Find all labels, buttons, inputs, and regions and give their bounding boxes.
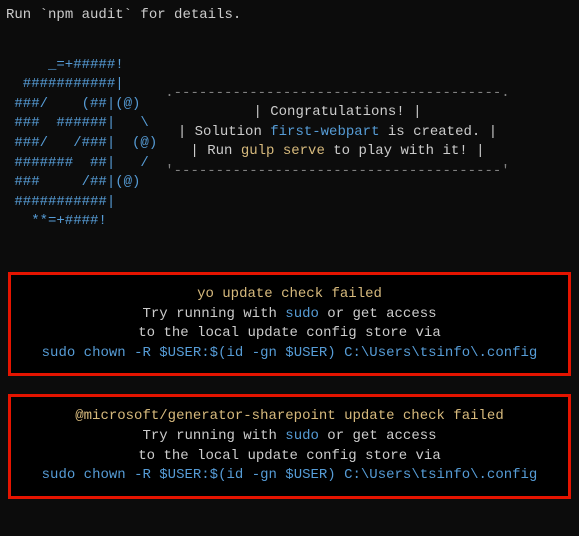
hint-prefix: Run: [6, 7, 40, 23]
error-line-3: to the local update config store via: [17, 447, 562, 467]
error-line-3: to the local update config store via: [17, 324, 562, 344]
npm-audit-hint: Run `npm audit` for details.: [6, 6, 573, 26]
congrats-line-2: | Solution first-webpart is created. |: [178, 123, 497, 143]
error-title: @microsoft/generator-sharepoint update c…: [17, 407, 562, 427]
box-border-top: .---------------------------------------…: [165, 84, 509, 104]
hint-suffix: for details.: [132, 7, 241, 23]
yo-update-error-box: yo update check failed Try running with …: [8, 272, 571, 376]
sudo-chown-command: sudo chown -R $USER:$(id -gn $USER) C:\U…: [17, 466, 562, 486]
spfx-ascii-logo: _=+#####! ###########| ###/ (##|(@) ### …: [6, 56, 157, 232]
banner-section: _=+#####! ###########| ###/ (##|(@) ### …: [6, 56, 573, 232]
gulp-serve-cmd: gulp serve: [241, 143, 325, 159]
error-line-2: Try running with sudo or get access: [17, 305, 562, 325]
solution-name: first-webpart: [270, 124, 379, 140]
sudo-keyword: sudo: [285, 428, 319, 444]
sudo-keyword: sudo: [285, 306, 319, 322]
hint-cmd: `npm audit`: [40, 7, 132, 23]
congrats-box: .---------------------------------------…: [165, 84, 509, 182]
generator-sharepoint-error-box: @microsoft/generator-sharepoint update c…: [8, 394, 571, 498]
error-title: yo update check failed: [17, 285, 562, 305]
congrats-line-1: | Congratulations! |: [253, 103, 421, 123]
sudo-chown-command: sudo chown -R $USER:$(id -gn $USER) C:\U…: [17, 344, 562, 364]
box-border-bottom: '---------------------------------------…: [165, 162, 509, 182]
error-line-2: Try running with sudo or get access: [17, 427, 562, 447]
congrats-line-3: | Run gulp serve to play with it! |: [190, 142, 484, 162]
